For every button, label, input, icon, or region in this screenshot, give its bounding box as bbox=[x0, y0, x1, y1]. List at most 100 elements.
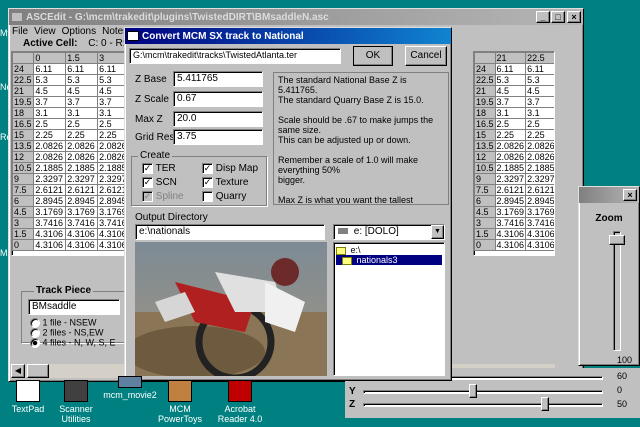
grid-row-header[interactable]: 0 bbox=[474, 239, 496, 251]
grid-right[interactable]: 2122.524246.116.116.1122.55.35.35.3214.5… bbox=[473, 51, 555, 256]
menu-options[interactable]: Options bbox=[62, 26, 96, 37]
track-path-field[interactable]: G:\mcm\trakedit\tracks\TwistedAtlanta.te… bbox=[129, 48, 341, 64]
zoom-slider-thumb[interactable] bbox=[609, 235, 625, 245]
y-slider-thumb[interactable] bbox=[469, 384, 477, 398]
grid-row-header[interactable]: 10.5 bbox=[12, 162, 35, 174]
desktop-icon-acrobat[interactable]: Acrobat Reader 4.0 bbox=[212, 380, 268, 424]
grid-cell[interactable]: 4.3106 bbox=[494, 228, 527, 240]
grid-res-input[interactable]: 3.75 bbox=[173, 129, 263, 145]
grid-cell[interactable]: 2.0826 bbox=[65, 140, 99, 152]
grid-cell[interactable]: 2.1885 bbox=[525, 162, 554, 174]
grid-row-header[interactable]: 4.5 bbox=[474, 206, 496, 218]
grid-cell[interactable]: 2.8945 bbox=[525, 195, 554, 207]
grid-cell[interactable]: 2.5 bbox=[494, 118, 527, 130]
grid-row-header[interactable]: 6 bbox=[12, 195, 35, 207]
radio-4files[interactable]: 4 files - N, W, S, E bbox=[30, 338, 116, 348]
grid-cell[interactable]: 2.8945 bbox=[494, 195, 527, 207]
grid-row-header[interactable]: 13.5 bbox=[474, 140, 496, 152]
dir-item-root[interactable]: e:\ bbox=[336, 245, 442, 255]
grid-cell[interactable]: 3.7 bbox=[525, 96, 554, 108]
grid-col-header[interactable]: 22.5 bbox=[525, 52, 554, 64]
grid-cell[interactable]: 2.25 bbox=[65, 129, 99, 141]
grid-cell[interactable]: 3.7416 bbox=[525, 217, 554, 229]
grid-cell[interactable]: 3.7416 bbox=[494, 217, 527, 229]
grid-cell[interactable]: 6.11 bbox=[494, 63, 527, 75]
grid-cell[interactable]: 5.3 bbox=[33, 74, 67, 86]
grid-left[interactable]: 0 1.5 3 24 6.11 6.11 6.11 22.5 5.3 5.3 5.3 21 4.5 4.5… bbox=[11, 51, 131, 256]
maximize-button[interactable]: □ bbox=[551, 11, 565, 23]
scn-checkbox[interactable]: ✓ SCN bbox=[142, 177, 177, 188]
grid-row-header[interactable]: 3 bbox=[474, 217, 496, 229]
grid-row-header[interactable]: 1.5 bbox=[12, 228, 35, 240]
grid-row-header[interactable]: 15 bbox=[12, 129, 35, 141]
grid-right-table[interactable]: 2122.524246.116.116.1122.55.35.35.3214.5… bbox=[474, 52, 554, 251]
z-slider-thumb[interactable] bbox=[541, 397, 549, 411]
grid-cell[interactable]: 2.0826 bbox=[65, 151, 99, 163]
minimize-button[interactable]: _ bbox=[536, 11, 550, 23]
zoom-close-button[interactable]: × bbox=[623, 189, 637, 201]
grid-cell[interactable]: 2.5 bbox=[65, 118, 99, 130]
grid-row-header[interactable]: 24 bbox=[474, 63, 496, 75]
grid-row-header[interactable]: 19.5 bbox=[474, 96, 496, 108]
ter-checkbox[interactable]: ✓ TER bbox=[142, 163, 176, 174]
quarry-checkbox[interactable]: Quarry bbox=[202, 191, 246, 202]
grid-left-table[interactable]: 0 1.5 3 24 6.11 6.11 6.11 22.5 5.3 5.3 5.3 21 4.5 4.5… bbox=[12, 52, 130, 251]
grid-cell[interactable]: 2.25 bbox=[525, 129, 554, 141]
grid-cell[interactable]: 2.25 bbox=[494, 129, 527, 141]
grid-cell[interactable]: 3.7 bbox=[65, 96, 99, 108]
grid-row-header[interactable]: 18 bbox=[12, 107, 35, 119]
grid-cell[interactable]: 3.7 bbox=[33, 96, 67, 108]
grid-row-header[interactable]: 16.5 bbox=[12, 118, 35, 130]
grid-cell[interactable]: 3.1769 bbox=[494, 206, 527, 218]
grid-cell[interactable]: 2.0826 bbox=[525, 140, 554, 152]
max-z-input[interactable]: 20.0 bbox=[173, 111, 263, 127]
grid-cell[interactable]: 3.1 bbox=[525, 107, 554, 119]
desktop-icon-mcm-movie2[interactable]: mcm_movie2 bbox=[102, 376, 158, 400]
grid-cell[interactable]: 6.11 bbox=[525, 63, 554, 75]
grid-row-header[interactable]: 6 bbox=[474, 195, 496, 207]
grid-cell[interactable]: 3.1 bbox=[33, 107, 67, 119]
zoom-slider-track[interactable] bbox=[613, 231, 621, 351]
grid-cell[interactable]: 4.5 bbox=[525, 85, 554, 97]
grid-row-header[interactable]: 10.5 bbox=[474, 162, 496, 174]
dispmap-checkbox[interactable]: ✓ Disp Map bbox=[202, 163, 258, 174]
grid-cell[interactable]: 2.0826 bbox=[33, 151, 67, 163]
grid-row-header[interactable]: 0 bbox=[12, 239, 35, 251]
grid-cell[interactable]: 5.3 bbox=[65, 74, 99, 86]
grid-cell[interactable]: 3.1 bbox=[65, 107, 99, 119]
grid-cell[interactable]: 2.8945 bbox=[65, 195, 99, 207]
grid-cell[interactable]: 4.5 bbox=[33, 85, 67, 97]
grid-cell[interactable]: 3.1769 bbox=[33, 206, 67, 218]
grid-row-header[interactable]: 7.5 bbox=[474, 184, 496, 196]
grid-row-header[interactable]: 13.5 bbox=[12, 140, 35, 152]
grid-cell[interactable]: 2.1885 bbox=[65, 162, 99, 174]
grid-row-header[interactable]: 22.5 bbox=[474, 74, 496, 86]
y-slider-track[interactable] bbox=[363, 390, 603, 394]
grid-cell[interactable]: 2.3297 bbox=[65, 173, 99, 185]
ascedit-titlebar[interactable]: ASCEdit - G:\mcm\trakedit\plugins\Twiste… bbox=[9, 9, 583, 25]
grid-cell[interactable]: 3.7 bbox=[494, 96, 527, 108]
grid-cell[interactable]: 2.0826 bbox=[494, 151, 527, 163]
grid-cell[interactable]: 5.3 bbox=[525, 74, 554, 86]
grid-cell[interactable]: 3.1 bbox=[494, 107, 527, 119]
grid-cell[interactable]: 2.25 bbox=[33, 129, 67, 141]
grid-cell[interactable]: 2.3297 bbox=[494, 173, 527, 185]
grid-cell[interactable]: 4.5 bbox=[494, 85, 527, 97]
grid-row-header[interactable]: 4.5 bbox=[12, 206, 35, 218]
grid-row-header[interactable]: 22.5 bbox=[12, 74, 35, 86]
grid-cell[interactable]: 2.5 bbox=[525, 118, 554, 130]
grid-cell[interactable]: 2.0826 bbox=[525, 151, 554, 163]
z-base-input[interactable]: 5.411765 bbox=[173, 71, 263, 87]
grid-row-header[interactable]: 24 bbox=[12, 63, 35, 75]
grid-cell[interactable]: 2.3297 bbox=[33, 173, 67, 185]
grid-cell[interactable]: 2.5 bbox=[33, 118, 67, 130]
texture-checkbox[interactable]: ✓ Texture bbox=[202, 177, 248, 188]
grid-col-header[interactable]: 21 bbox=[494, 52, 527, 64]
grid-row-header[interactable]: 21 bbox=[474, 85, 496, 97]
grid-cell[interactable]: 2.6121 bbox=[65, 184, 99, 196]
grid-col-header[interactable]: 0 bbox=[33, 52, 67, 64]
ok-button[interactable]: OK bbox=[353, 46, 393, 66]
track-piece-input[interactable]: BMsaddle bbox=[28, 299, 120, 315]
grid-row-header[interactable]: 18 bbox=[474, 107, 496, 119]
grid-row-header[interactable]: 12 bbox=[474, 151, 496, 163]
